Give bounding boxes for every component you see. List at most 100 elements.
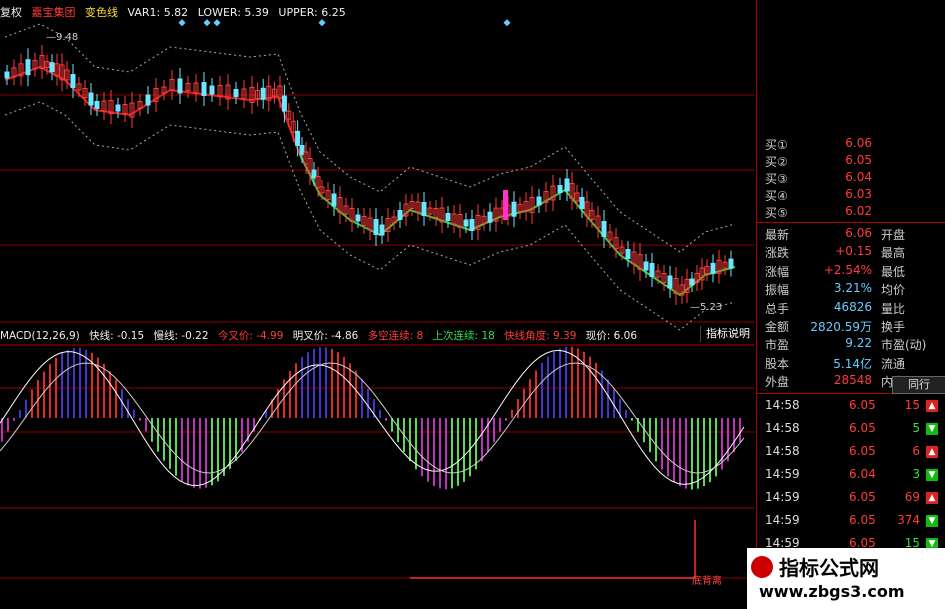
tick-time: 14:59 [765,513,800,527]
arrow-up-icon: ▲ [926,400,938,412]
min-price-label: —5.23 [690,302,723,313]
candle-body [579,197,585,209]
macd-angle: 快线角度: 9.39 [504,330,577,342]
stat-value: 2820.59万 [810,320,872,334]
candle-body [49,62,55,73]
site-logo-icon [751,556,773,578]
macd-slow-line [0,362,745,474]
candle-body [88,92,94,106]
stat-label: 最新 [765,228,790,242]
bid-row: 买④ 6.03 [761,187,942,204]
candle-body [70,74,76,88]
candle-body [260,87,266,100]
candle-body [379,224,385,236]
stat-value: 9.22 [845,336,872,351]
arrow-down-icon: ▼ [926,515,938,527]
stat-row: 涨幅 +2.54% 最低 [761,263,942,280]
separator [757,222,945,223]
candle-body [487,211,493,223]
candle-body [115,104,121,112]
signal-diamond-icon [318,19,326,27]
candle-body [463,219,469,227]
peer-tab-button[interactable]: 同行 [892,376,945,394]
watermark-url: www.zbgs3.com [759,582,905,601]
adjust-label: 复权 [0,6,22,19]
candle-body [331,193,337,207]
candle-body [209,85,215,95]
candle-body [728,258,734,269]
signal-diamond-icon [503,19,511,27]
stat-label: 涨幅 [765,264,790,279]
indicator-description-button[interactable]: 指标说明 [700,326,755,342]
stat-row: 最新 6.06 开盘 [761,226,942,243]
tick-price: 6.04 [849,467,876,481]
bid-price: 6.05 [845,153,872,167]
stat-label: 总手 [765,301,790,316]
stat-label: 市盈 [765,338,790,353]
stat-label: 股本 [765,356,790,371]
candle-body [177,78,183,94]
candle-body [373,219,379,235]
tick-price: 6.05 [849,490,876,504]
stat-value: +0.15 [835,244,872,259]
stat-row: 股本 5.14亿 流通 [761,355,942,372]
tick-row: 14:58 6.05 6 ▲ [761,444,942,462]
stat-row: 金额 2820.59万 换手 [761,318,942,335]
stat-label-2: 最高 [881,246,906,261]
candle-body [601,221,607,237]
stat-label-2: 量比 [881,301,906,316]
watermark: 指标公式网 www.zbgs3.com [747,548,945,609]
tick-time: 14:59 [765,490,800,504]
tick-volume: 69 [904,490,920,504]
tick-row: 14:58 6.05 5 ▼ [761,421,942,439]
macd-fast-line [0,349,745,486]
stat-value: 5.14亿 [833,356,872,371]
bid-label: 买③ [765,172,788,186]
stat-label: 振幅 [765,283,790,298]
bid-price: 6.02 [845,204,872,218]
stat-row: 总手 46826 量比 [761,300,942,317]
tick-volume: 15 [904,398,920,412]
tick-row: 14:59 6.04 3 ▼ [761,467,942,485]
stat-row: 涨跌 +0.15 最高 [761,244,942,261]
arrow-up-icon: ▲ [926,492,938,504]
tick-price: 6.05 [849,398,876,412]
max-price-label: —9.48 [46,32,79,43]
stat-label: 金额 [765,320,790,334]
signal-diamond-icon [213,19,221,27]
stat-value: 46826 [833,299,872,314]
tick-volume: 6 [912,444,920,458]
kline-chart[interactable] [0,0,755,609]
candle-body [355,214,361,222]
tick-price: 6.05 [849,421,876,435]
candle-body [689,278,695,286]
macd-fast: 快线: -0.15 [89,330,145,342]
candle-body [25,59,31,76]
bid-row: 买② 6.05 [761,153,942,170]
candle-body [643,261,649,271]
stat-row: 市盈 9.22 市盈(动) [761,336,942,353]
macd-last-cont: 上次连续: 18 [432,330,495,342]
bid-label: 买⑤ [765,206,788,220]
macd-header: MACD(12,26,9) 快线: -0.15 慢线: -0.22 今叉价: -… [0,328,643,343]
candle-body [469,219,475,231]
chart-area[interactable]: 复权 嘉宝集团 变色线 VAR1: 5.82 LOWER: 5.39 UPPER… [0,0,755,609]
candle-body [233,89,239,97]
candle-body [445,213,451,221]
bid-label: 买② [765,155,788,169]
stat-value: 28548 [833,373,872,388]
bid-price: 6.04 [845,170,872,184]
tick-volume: 374 [897,513,920,527]
watermark-title: 指标公式网 [779,556,879,580]
candle-body [201,82,207,96]
price-header: 复权 嘉宝集团 变色线 VAR1: 5.82 LOWER: 5.39 UPPER… [0,4,352,20]
tick-row: 14:58 6.05 15 ▲ [761,398,942,416]
candle-body [281,95,287,112]
signal-diamond-icon [178,19,186,27]
tick-time: 14:59 [765,467,800,481]
candle-body [94,101,100,109]
bid-price: 6.06 [845,136,872,150]
stat-label-2: 最低 [881,264,906,279]
macd-tomorrow-cross: 明叉价: -4.86 [292,330,359,342]
bid-label: 买① [765,138,788,152]
